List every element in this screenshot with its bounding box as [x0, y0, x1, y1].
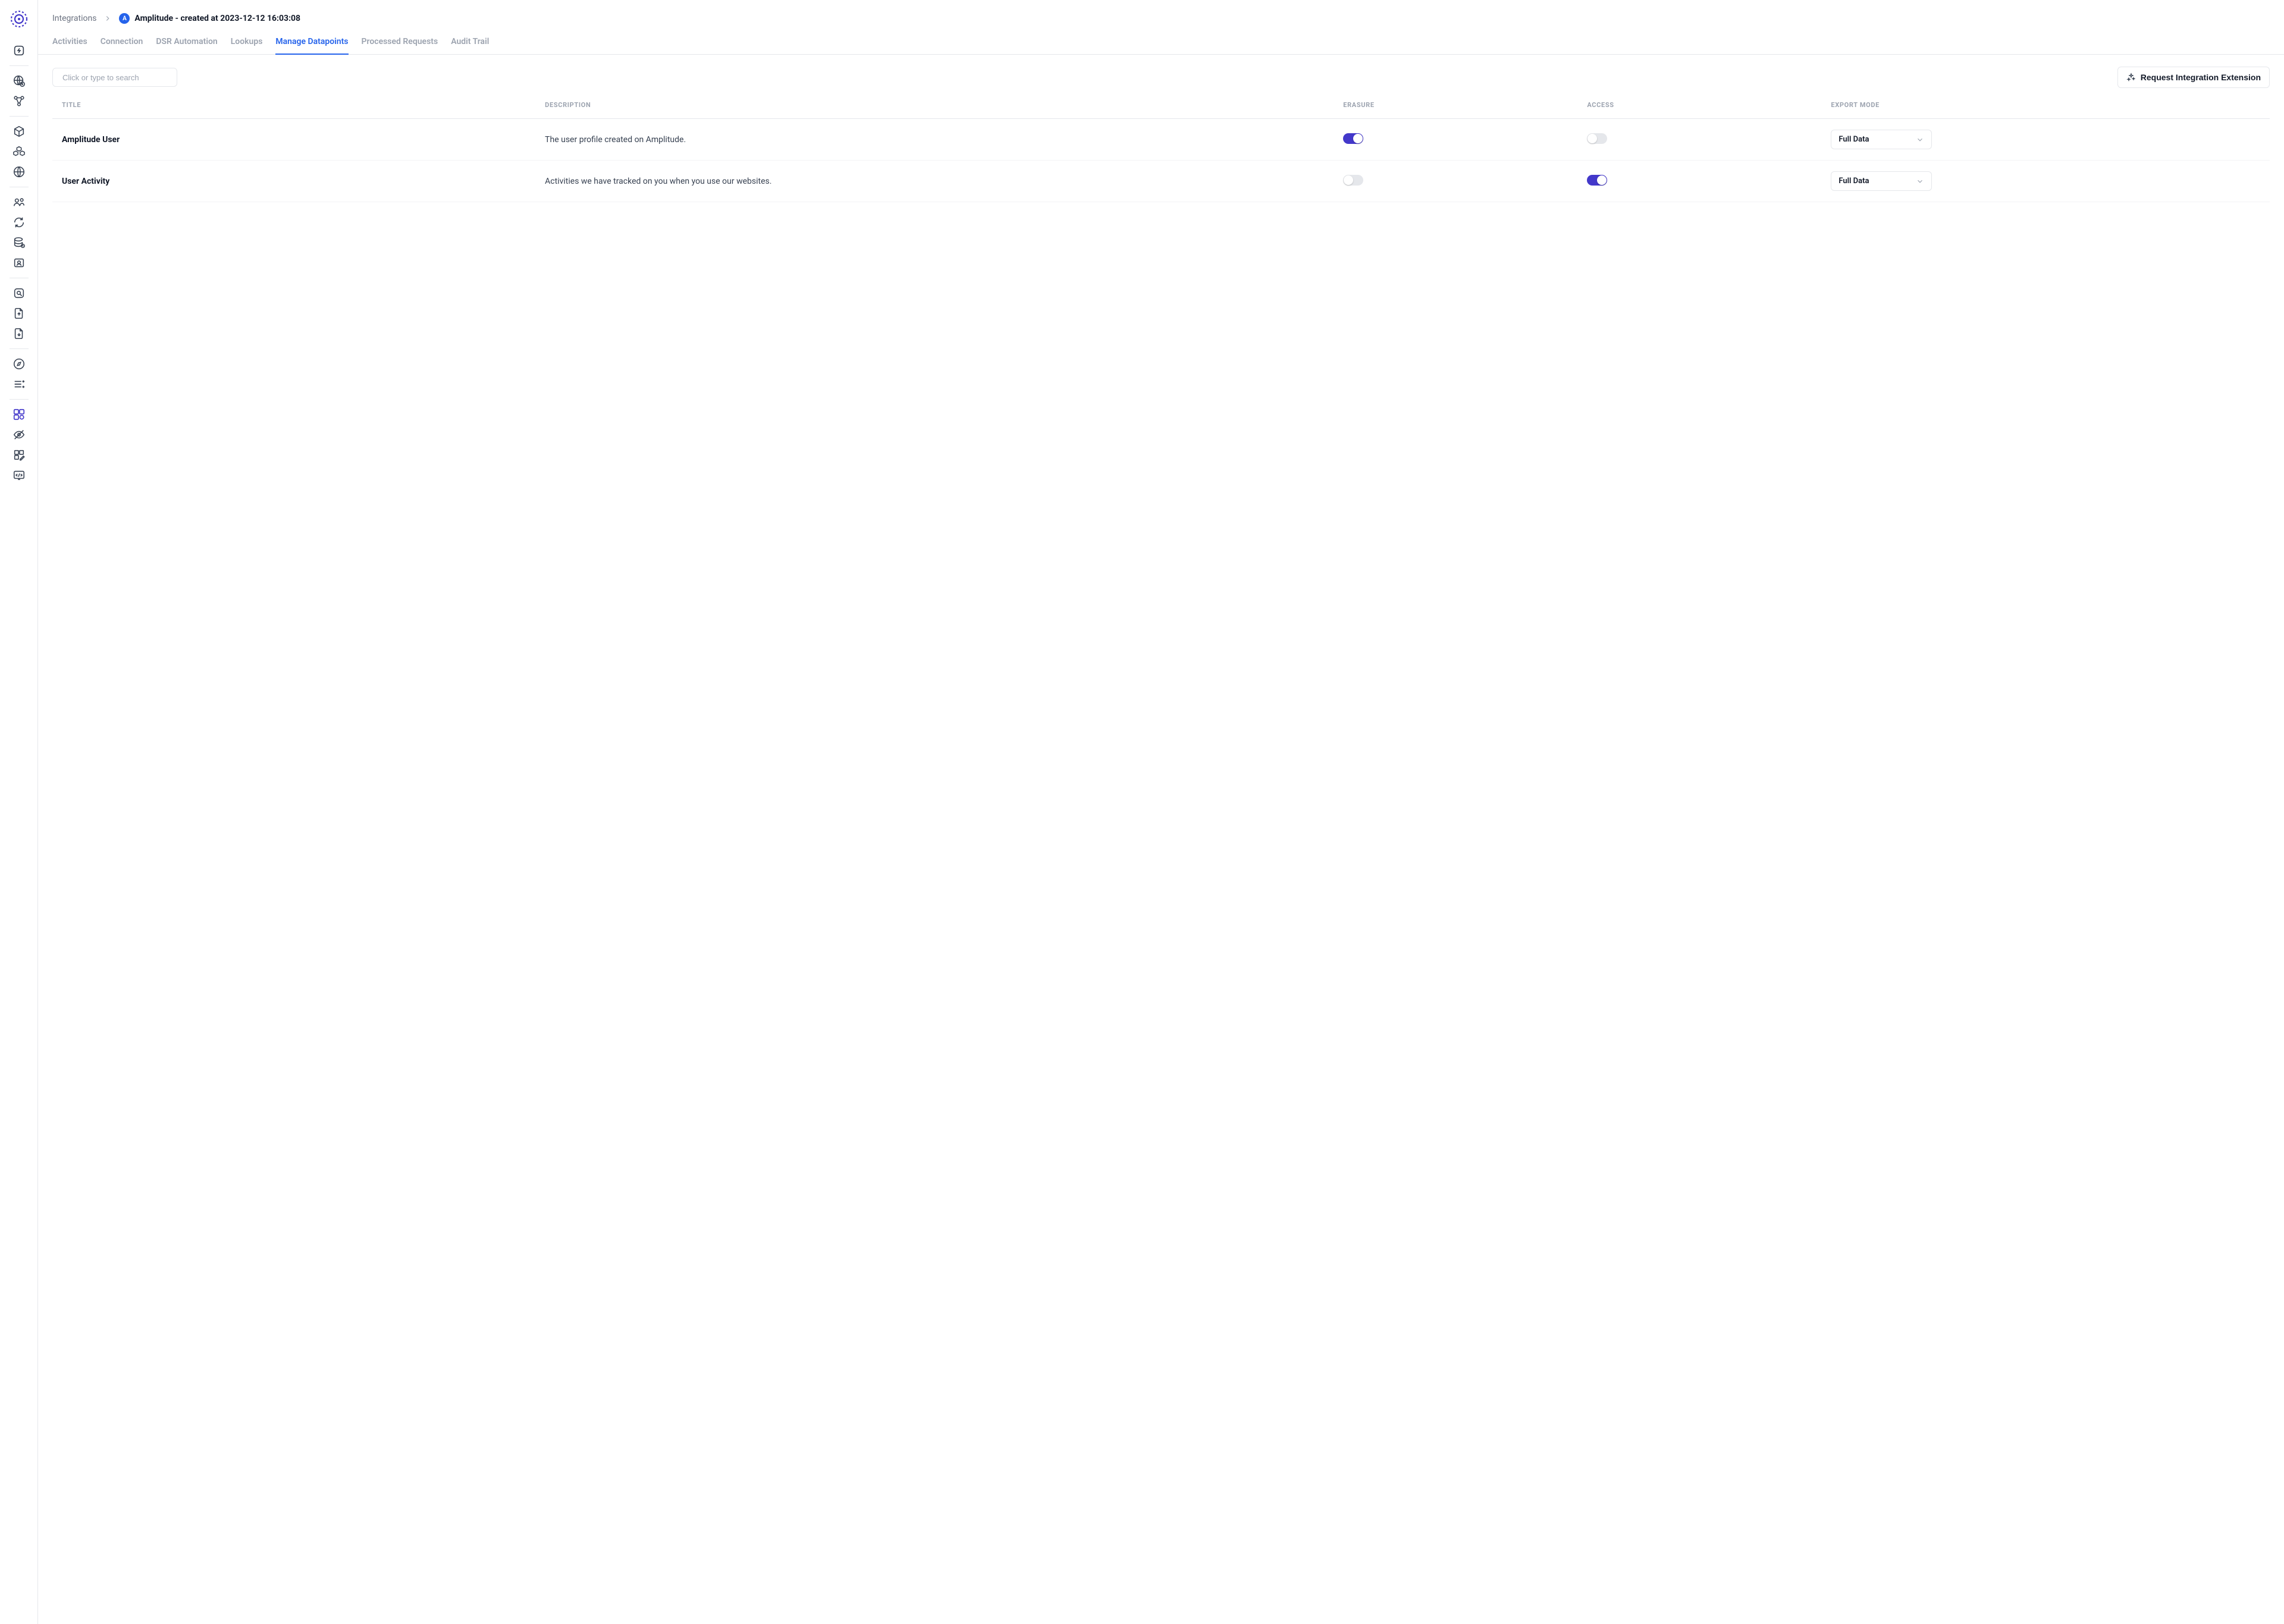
globe-plus-icon[interactable]	[12, 74, 26, 87]
grid-edit-icon[interactable]	[12, 448, 26, 461]
row-title: Amplitude User	[52, 119, 540, 161]
file-arrow-icon[interactable]	[12, 307, 26, 320]
chevron-right-icon	[103, 14, 112, 23]
compass-icon[interactable]	[12, 357, 26, 370]
users-icon[interactable]	[12, 196, 26, 209]
chevron-down-icon	[1916, 136, 1924, 144]
filters-icon[interactable]	[12, 378, 26, 391]
sidebar	[0, 0, 38, 1624]
tab-lookups[interactable]: Lookups	[231, 37, 263, 55]
tab-activities[interactable]: Activities	[52, 37, 87, 55]
cubes-icon[interactable]	[12, 145, 26, 158]
request-extension-button[interactable]: Request Integration Extension	[2117, 67, 2270, 88]
integrations-icon[interactable]	[12, 408, 26, 421]
search-input[interactable]	[62, 73, 167, 82]
tab-processed-requests[interactable]: Processed Requests	[362, 37, 438, 55]
id-card-icon[interactable]	[12, 256, 26, 269]
flow-icon[interactable]	[12, 95, 26, 108]
app-logo[interactable]	[10, 10, 29, 29]
erasure-toggle[interactable]	[1343, 133, 1363, 144]
erasure-toggle[interactable]	[1343, 175, 1363, 186]
row-description: Activities we have tracked on you when y…	[540, 161, 1338, 202]
search-wrap	[52, 68, 177, 87]
code-icon[interactable]	[12, 469, 26, 482]
col-title-header: TITLE	[52, 98, 540, 119]
breadcrumb-current: Amplitude - created at 2023-12-12 16:03:…	[134, 14, 300, 23]
file-download-icon[interactable]	[12, 327, 26, 340]
chevron-down-icon	[1916, 177, 1924, 186]
table-row: Amplitude UserThe user profile created o…	[52, 119, 2270, 161]
cube-icon[interactable]	[12, 125, 26, 138]
tab-audit-trail[interactable]: Audit Trail	[451, 37, 489, 55]
eye-off-icon[interactable]	[12, 428, 26, 441]
export-mode-select[interactable]: Full Data	[1831, 130, 1932, 149]
main: Integrations A Amplitude - created at 20…	[38, 0, 2284, 1624]
col-description-header: DESCRIPTION	[540, 98, 1338, 119]
tab-manage-datapoints[interactable]: Manage Datapoints	[275, 37, 348, 55]
globe-icon[interactable]	[12, 165, 26, 178]
brand-badge: A	[119, 13, 130, 24]
tab-dsr-automation[interactable]: DSR Automation	[156, 37, 217, 55]
row-description: The user profile created on Amplitude.	[540, 119, 1338, 161]
col-erasure-header: ERASURE	[1338, 98, 1582, 119]
datapoints-table: TITLE DESCRIPTION ERASURE ACCESS EXPORT …	[52, 98, 2270, 202]
tabs: Activities Connection DSR Automation Lookup…	[38, 29, 2284, 55]
col-access-header: ACCESS	[1582, 98, 1826, 119]
export-mode-select[interactable]: Full Data	[1831, 171, 1932, 191]
access-toggle[interactable]	[1587, 175, 1607, 186]
row-title: User Activity	[52, 161, 540, 202]
breadcrumb-root[interactable]: Integrations	[52, 14, 96, 23]
table-row: User ActivityActivities we have tracked …	[52, 161, 2270, 202]
bolt-icon[interactable]	[12, 44, 26, 57]
col-export-header: EXPORT MODE	[1826, 98, 2270, 119]
refresh-icon[interactable]	[12, 216, 26, 229]
sparkle-icon	[2126, 73, 2136, 82]
access-toggle[interactable]	[1587, 133, 1607, 144]
breadcrumb: Integrations A Amplitude - created at 20…	[52, 13, 2270, 24]
search-doc-icon[interactable]	[12, 287, 26, 300]
tab-connection[interactable]: Connection	[101, 37, 143, 55]
database-icon[interactable]	[12, 236, 26, 249]
